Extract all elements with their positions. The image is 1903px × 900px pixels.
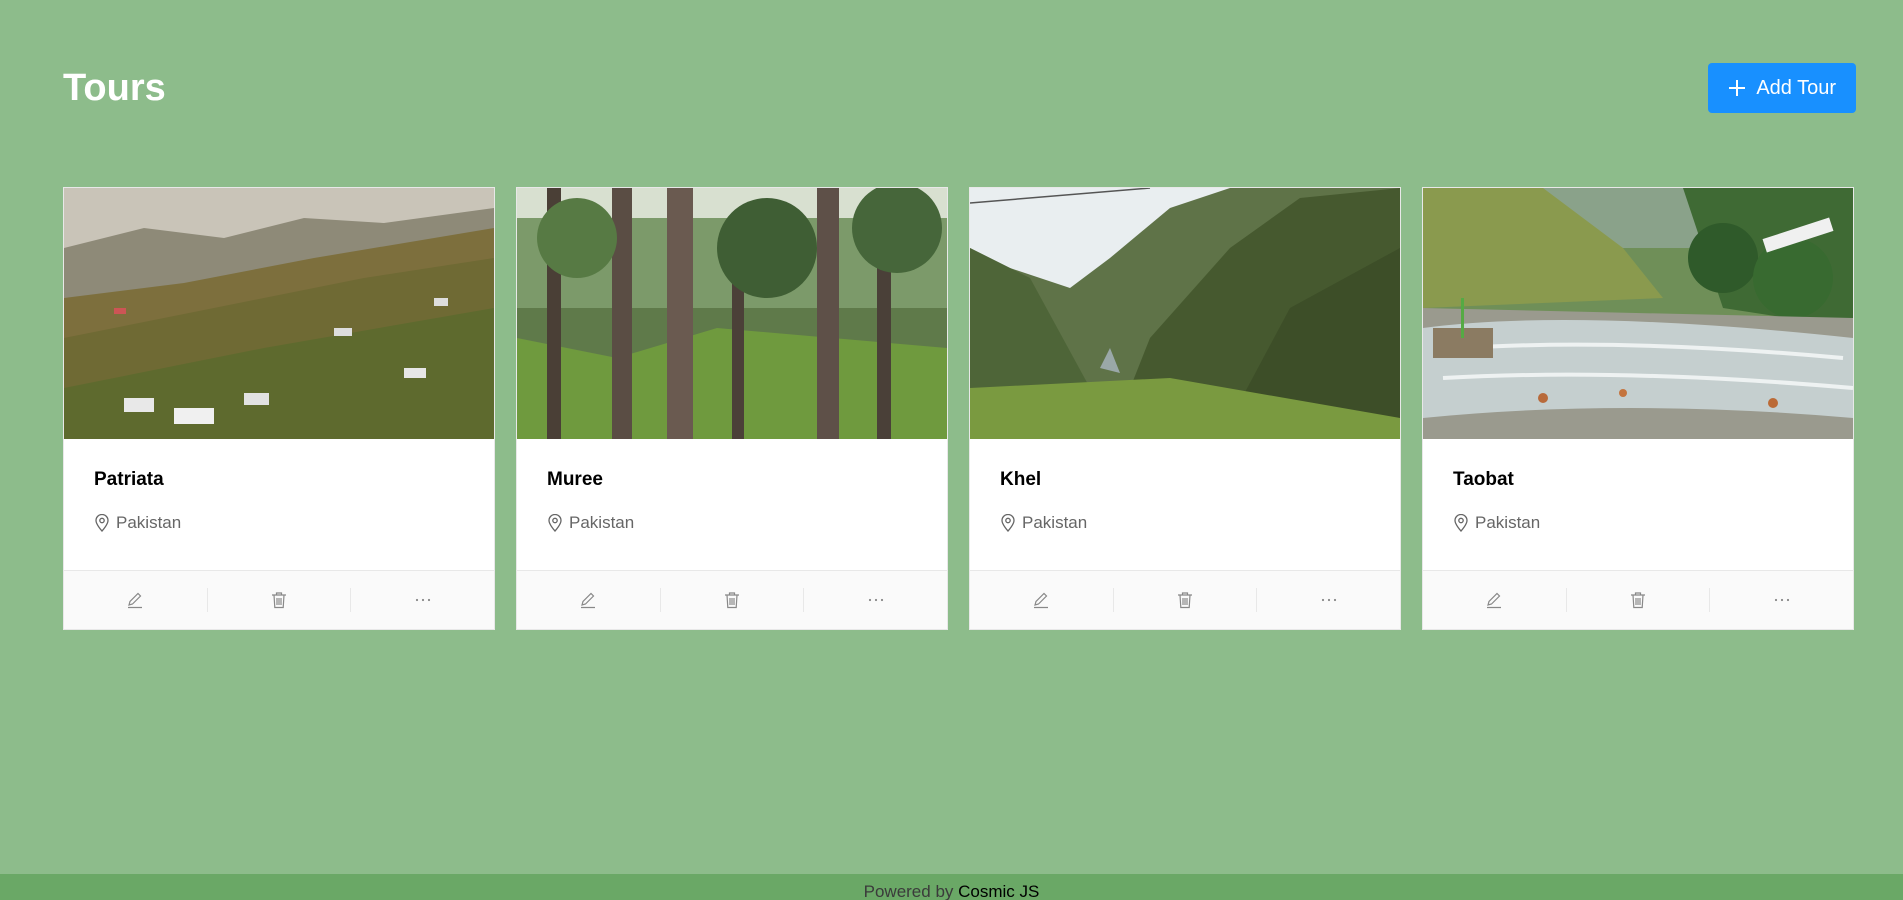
- edit-button[interactable]: [64, 588, 208, 612]
- river-photo: [1423, 188, 1853, 439]
- tour-name: Taobat: [1453, 469, 1514, 490]
- delete-button[interactable]: [1567, 588, 1711, 612]
- more-button[interactable]: [351, 588, 494, 612]
- card-body: Khel Pakistan: [970, 439, 1400, 570]
- delete-icon: [723, 591, 741, 609]
- card-actions: [517, 570, 947, 629]
- more-button[interactable]: [1257, 588, 1400, 612]
- pine-forest-photo: [517, 188, 947, 439]
- tour-card[interactable]: Muree Pakistan: [516, 187, 948, 630]
- delete-button[interactable]: [208, 588, 352, 612]
- footer-prefix: Powered by: [863, 882, 959, 900]
- location-pin-icon: [547, 514, 563, 532]
- edit-icon: [579, 591, 597, 609]
- card-body: Patriata Pakistan: [64, 439, 494, 570]
- card-body: Muree Pakistan: [517, 439, 947, 570]
- card-actions: [64, 570, 494, 629]
- delete-button[interactable]: [1114, 588, 1258, 612]
- page: Tours Add Tour Patriata Pakistan Muree P…: [0, 0, 1903, 900]
- ellipsis-icon: [1320, 597, 1338, 603]
- tour-name: Patriata: [94, 469, 164, 490]
- tour-location: Pakistan: [94, 513, 464, 533]
- location-pin-icon: [1453, 514, 1469, 532]
- delete-icon: [270, 591, 288, 609]
- more-button[interactable]: [1710, 588, 1853, 612]
- edit-button[interactable]: [517, 588, 661, 612]
- mountain-valley-photo: [970, 188, 1400, 439]
- tour-location-label: Pakistan: [116, 513, 182, 532]
- tour-location: Pakistan: [1000, 513, 1370, 533]
- edit-button[interactable]: [1423, 588, 1567, 612]
- card-body: Taobat Pakistan: [1423, 439, 1853, 570]
- tour-name: Muree: [547, 469, 603, 490]
- tour-card[interactable]: Patriata Pakistan: [63, 187, 495, 630]
- tour-location: Pakistan: [1453, 513, 1823, 533]
- cosmic-js-link[interactable]: Cosmic JS: [958, 882, 1039, 900]
- plus-icon: [1728, 79, 1746, 97]
- edit-icon: [126, 591, 144, 609]
- add-tour-label: Add Tour: [1756, 76, 1836, 99]
- edit-icon: [1485, 591, 1503, 609]
- tour-location-label: Pakistan: [1475, 513, 1541, 532]
- tour-location-label: Pakistan: [1022, 513, 1088, 532]
- hillside-village-photo: [64, 188, 494, 439]
- tour-location-label: Pakistan: [569, 513, 635, 532]
- delete-button[interactable]: [661, 588, 805, 612]
- tour-card[interactable]: Khel Pakistan: [969, 187, 1401, 630]
- delete-icon: [1176, 591, 1194, 609]
- page-title: Tours: [63, 66, 166, 109]
- more-button[interactable]: [804, 588, 947, 612]
- tour-name: Khel: [1000, 469, 1042, 490]
- ellipsis-icon: [867, 597, 885, 603]
- ellipsis-icon: [414, 597, 432, 603]
- delete-icon: [1629, 591, 1647, 609]
- tour-card[interactable]: Taobat Pakistan: [1422, 187, 1854, 630]
- add-tour-button[interactable]: Add Tour: [1708, 63, 1856, 113]
- header: Tours Add Tour: [63, 63, 1856, 113]
- edit-icon: [1032, 591, 1050, 609]
- edit-button[interactable]: [970, 588, 1114, 612]
- footer: Powered by Cosmic JS: [0, 874, 1903, 900]
- tour-list: Patriata Pakistan Muree Pakistan Khel Pa…: [63, 187, 1854, 630]
- ellipsis-icon: [1773, 597, 1791, 603]
- tour-location: Pakistan: [547, 513, 917, 533]
- card-actions: [970, 570, 1400, 629]
- location-pin-icon: [94, 514, 110, 532]
- card-actions: [1423, 570, 1853, 629]
- location-pin-icon: [1000, 514, 1016, 532]
